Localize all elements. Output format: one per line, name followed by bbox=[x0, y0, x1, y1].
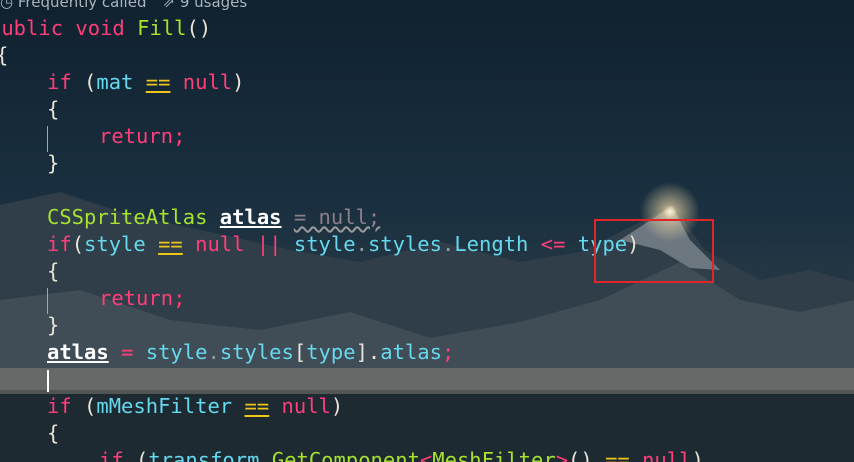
token: style bbox=[145, 340, 208, 364]
token: ( bbox=[84, 394, 97, 418]
token: return bbox=[99, 124, 174, 148]
token: atlas bbox=[219, 205, 282, 229]
code-line: return; bbox=[99, 123, 185, 150]
code-editor[interactable]: ◷ Frequently called ⇗ 9 usages public voi… bbox=[0, 0, 854, 462]
token: mMeshFilter bbox=[96, 394, 233, 418]
token: ; bbox=[173, 124, 186, 148]
token: } bbox=[47, 313, 60, 337]
code-line: } bbox=[47, 312, 59, 339]
token: null bbox=[642, 448, 692, 462]
token: . bbox=[442, 232, 455, 256]
code-lens-hint[interactable]: ◷ Frequently called ⇗ 9 usages bbox=[0, 0, 247, 13]
token: public bbox=[0, 16, 64, 40]
code-line: return; bbox=[99, 285, 185, 312]
token: void bbox=[75, 16, 125, 40]
token: style bbox=[293, 232, 356, 256]
token: if bbox=[99, 448, 124, 462]
token: ( bbox=[71, 232, 85, 256]
frequency-hint: Frequently called bbox=[17, 0, 147, 11]
current-line-highlight bbox=[0, 368, 854, 394]
token: { bbox=[47, 421, 60, 445]
token: type bbox=[306, 340, 356, 364]
code-line: if (transform.GetComponent<MeshFilter>()… bbox=[99, 447, 704, 462]
token: <= bbox=[540, 232, 566, 256]
token: mat bbox=[96, 70, 134, 94]
token: null bbox=[182, 70, 233, 94]
code-line: atlas = style.styles[type].atlas; bbox=[47, 339, 454, 366]
token: atlas bbox=[47, 340, 109, 364]
code-line: if (mat == null) bbox=[47, 69, 245, 96]
token: null bbox=[281, 394, 331, 418]
code-line: { bbox=[47, 96, 59, 123]
token: ( bbox=[84, 70, 97, 94]
indent-guide bbox=[47, 126, 48, 152]
token: () bbox=[568, 448, 593, 462]
token: ; bbox=[173, 286, 186, 310]
code-line: if(style == null || style.styles.Length … bbox=[47, 231, 640, 258]
token: . bbox=[259, 448, 272, 462]
clock-icon: ◷ bbox=[0, 0, 14, 11]
token: { bbox=[47, 97, 60, 121]
token: ]. bbox=[355, 340, 381, 364]
token: if bbox=[47, 232, 72, 256]
token: = bbox=[121, 340, 134, 364]
code-line: } bbox=[47, 150, 59, 177]
code-line: if (mMeshFilter == null) bbox=[47, 393, 343, 420]
code-line: { bbox=[47, 420, 59, 447]
token: || bbox=[256, 232, 282, 256]
token: return bbox=[99, 286, 174, 310]
code-line: CSSpriteAtlas atlas = null; bbox=[47, 204, 380, 231]
token: ( bbox=[136, 448, 149, 462]
code-line: public void Fill() bbox=[0, 15, 211, 42]
highlight-annotation-box bbox=[594, 219, 714, 283]
usages-link[interactable]: 9 usages bbox=[180, 0, 247, 11]
token: if bbox=[47, 394, 72, 418]
token: = null; bbox=[293, 205, 381, 229]
token: ; bbox=[442, 340, 455, 364]
token: ) bbox=[232, 70, 245, 94]
token: ) bbox=[691, 448, 704, 462]
token: atlas bbox=[380, 340, 442, 364]
token: . bbox=[207, 340, 220, 364]
token: == bbox=[244, 394, 270, 418]
token: ) bbox=[330, 394, 344, 418]
token: < bbox=[419, 448, 433, 462]
token: . bbox=[355, 232, 368, 256]
token: null bbox=[195, 232, 245, 256]
token: CSSpriteAtlas bbox=[47, 205, 208, 229]
token: () bbox=[186, 16, 212, 40]
token: styles bbox=[367, 232, 442, 256]
token: styles bbox=[219, 340, 294, 364]
token: { bbox=[47, 259, 60, 283]
token: Length bbox=[454, 232, 529, 256]
token: if bbox=[47, 70, 72, 94]
token: } bbox=[47, 151, 60, 175]
token: [ bbox=[293, 340, 307, 364]
token: == bbox=[605, 448, 630, 462]
token: { bbox=[0, 43, 8, 67]
token: == bbox=[145, 70, 171, 94]
token: Fill bbox=[137, 16, 187, 40]
token: style bbox=[84, 232, 146, 256]
token: > bbox=[555, 448, 569, 462]
token: transform bbox=[148, 448, 260, 462]
text-cursor bbox=[47, 370, 49, 392]
code-line: { bbox=[0, 42, 8, 69]
indent-guide bbox=[47, 288, 48, 314]
token: == bbox=[158, 232, 183, 256]
link-icon: ⇗ bbox=[162, 0, 176, 11]
code-line: { bbox=[47, 258, 59, 285]
token: MeshFilter bbox=[432, 448, 556, 462]
token: GetComponent bbox=[271, 448, 420, 462]
